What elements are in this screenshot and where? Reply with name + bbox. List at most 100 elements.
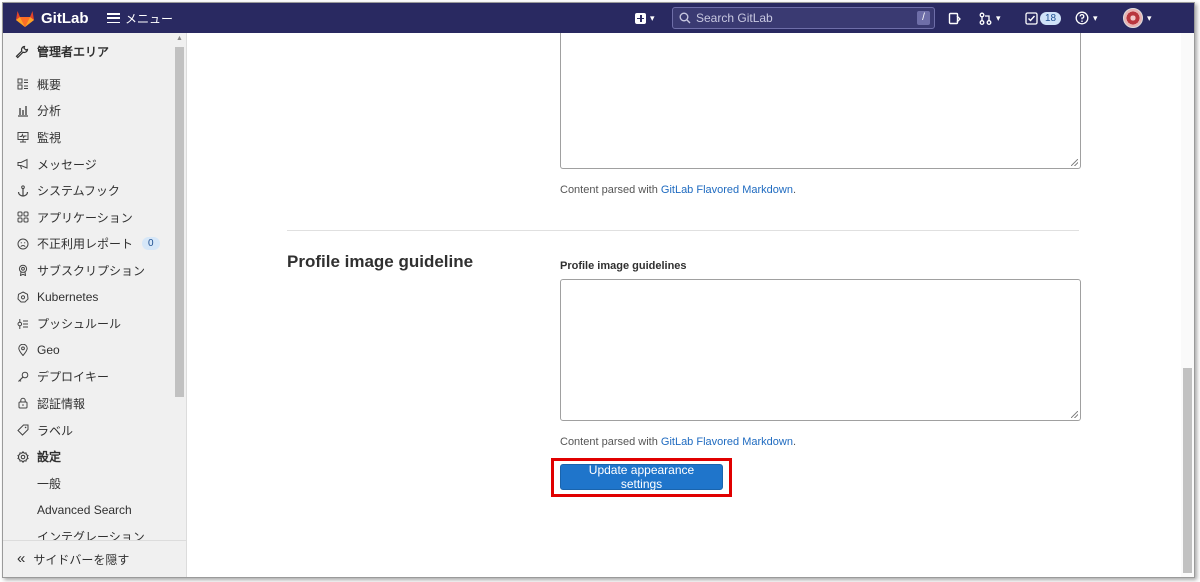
sidebar-item-push-rules[interactable]: プッシュルール [3,310,173,337]
sidebar-item-kubernetes[interactable]: Kubernetes [3,284,173,311]
profile-guidelines-label: Profile image guidelines [560,260,687,272]
sidebar-title: 管理者エリア [37,45,110,59]
hint-suffix: . [792,436,797,448]
overview-icon [16,77,30,91]
section-divider [287,230,1079,231]
issues-button[interactable] [948,3,961,33]
sidebar-item-subscription[interactable]: サブスクリプション [3,257,173,284]
analytics-icon [16,104,30,118]
main-menu-button[interactable]: メニュー [107,3,173,33]
todo-count-badge: 18 [1040,11,1062,25]
todo-check-icon [1025,11,1038,25]
sidebar-item-label: Advanced Search [37,502,132,517]
update-appearance-settings-button[interactable]: Update appearance settings [560,463,723,491]
new-dropdown-button[interactable]: ▾ [635,3,655,33]
sidebar-item-label: 概要 [37,77,62,92]
sidebar-item-messages[interactable]: メッセージ [3,151,173,178]
merge-request-icon [979,12,992,25]
previous-guideline-textarea[interactable] [560,33,1081,169]
sidebar-scroll-thumb[interactable] [175,47,184,397]
search-input[interactable]: Search GitLab / [672,7,935,29]
hint-text: Content parsed with [560,184,661,196]
applications-icon [16,210,30,224]
scroll-up-arrow-icon[interactable]: ▲ [176,35,183,42]
merge-requests-button[interactable]: ▾ [979,3,1001,33]
admin-sidebar: 管理者エリア 概要 分析 監視 メッセージ システムフック アプリケーション 不… [3,33,187,577]
issues-icon [948,12,961,24]
sidebar-scrollbar[interactable]: ▲ [174,35,185,543]
sidebar-item-label: 設定 [37,450,62,465]
sidebar-item-labels[interactable]: ラベル [3,417,173,444]
chevron-down-icon: ▾ [1093,12,1098,23]
count-badge: 0 [142,237,160,251]
push-rules-icon [16,317,30,331]
sidebar-nav: 概要 分析 監視 メッセージ システムフック アプリケーション 不正利用レポート… [3,71,173,550]
sidebar-item-system-hooks[interactable]: システムフック [3,177,173,204]
wrench-icon [15,45,29,58]
chevron-down-icon: ▾ [650,12,655,23]
sidebar-item-geo[interactable]: Geo [3,337,173,364]
sidebar-item-label: メッセージ [37,157,97,172]
abuse-icon [16,237,30,251]
sidebar-subitem-general[interactable]: 一般 [3,470,173,497]
collapse-sidebar-label: サイドバーを隠す [33,552,130,567]
page-scrollbar[interactable] [1181,33,1194,577]
sidebar-item-label: アプリケーション [37,210,133,225]
markdown-hint: Content parsed with GitLab Flavored Mark… [560,436,796,448]
gfm-link[interactable]: GitLab Flavored Markdown [661,184,793,196]
lock-icon [16,396,30,410]
kubernetes-icon [16,290,30,304]
sidebar-item-overview[interactable]: 概要 [3,71,173,98]
app-name: GitLab [41,9,89,27]
search-icon [679,12,691,24]
sidebar-item-label: デプロイキー [37,370,110,385]
sidebar-item-label: 一般 [37,476,62,491]
sidebar-item-applications[interactable]: アプリケーション [3,204,173,231]
sidebar-item-label: 分析 [37,104,62,119]
monitor-icon [16,130,30,144]
gitlab-logo-link[interactable]: GitLab [15,3,89,33]
gfm-link[interactable]: GitLab Flavored Markdown [661,436,793,448]
question-circle-icon [1075,11,1089,25]
page-scroll-thumb[interactable] [1183,368,1192,573]
sidebar-item-deploy-keys[interactable]: デプロイキー [3,364,173,391]
sidebar-item-label: ラベル [37,423,74,438]
sidebar-header[interactable]: 管理者エリア [15,43,109,60]
sidebar-item-analytics[interactable]: 分析 [3,98,173,125]
collapse-sidebar-button[interactable]: « サイドバーを隠す [3,540,186,577]
hint-text: Content parsed with [560,436,661,448]
key-icon [16,370,30,384]
hamburger-icon [107,13,120,23]
section-title: Profile image guideline [287,252,474,271]
todos-button[interactable]: 18 [1025,3,1062,33]
sidebar-subitem-advanced-search[interactable]: Advanced Search [3,497,173,524]
sidebar-item-settings[interactable]: 設定 [3,443,173,470]
double-chevron-left-icon: « [17,550,26,567]
gitlab-tanuki-icon [16,10,34,27]
search-shortcut-badge: / [917,11,930,25]
help-button[interactable]: ▾ [1075,3,1098,33]
chevron-down-icon: ▾ [996,12,1001,23]
bullhorn-icon [16,157,30,171]
menu-label: メニュー [125,11,174,26]
settings-icon [16,450,30,464]
resize-grip-icon[interactable] [1071,159,1078,166]
sidebar-item-monitoring[interactable]: 監視 [3,124,173,151]
plus-square-icon [635,12,646,24]
sidebar-item-abuse-reports[interactable]: 不正利用レポート 0 [3,231,173,258]
label-icon [16,423,30,437]
sidebar-item-label: 不正利用レポート [37,237,134,252]
hint-suffix: . [792,184,797,196]
avatar [1123,8,1143,28]
resize-grip-icon[interactable] [1071,411,1078,418]
chevron-down-icon: ▾ [1147,12,1152,23]
sidebar-item-credentials[interactable]: 認証情報 [3,390,173,417]
subscription-icon [16,263,30,277]
markdown-hint: Content parsed with GitLab Flavored Mark… [560,184,796,196]
sidebar-item-label: Geo [37,343,60,358]
sidebar-item-label: サブスクリプション [37,263,146,278]
location-icon [16,343,30,357]
user-menu-button[interactable]: ▾ [1123,3,1152,33]
profile-guidelines-textarea[interactable] [560,279,1081,421]
sidebar-item-label: システムフック [37,184,120,199]
